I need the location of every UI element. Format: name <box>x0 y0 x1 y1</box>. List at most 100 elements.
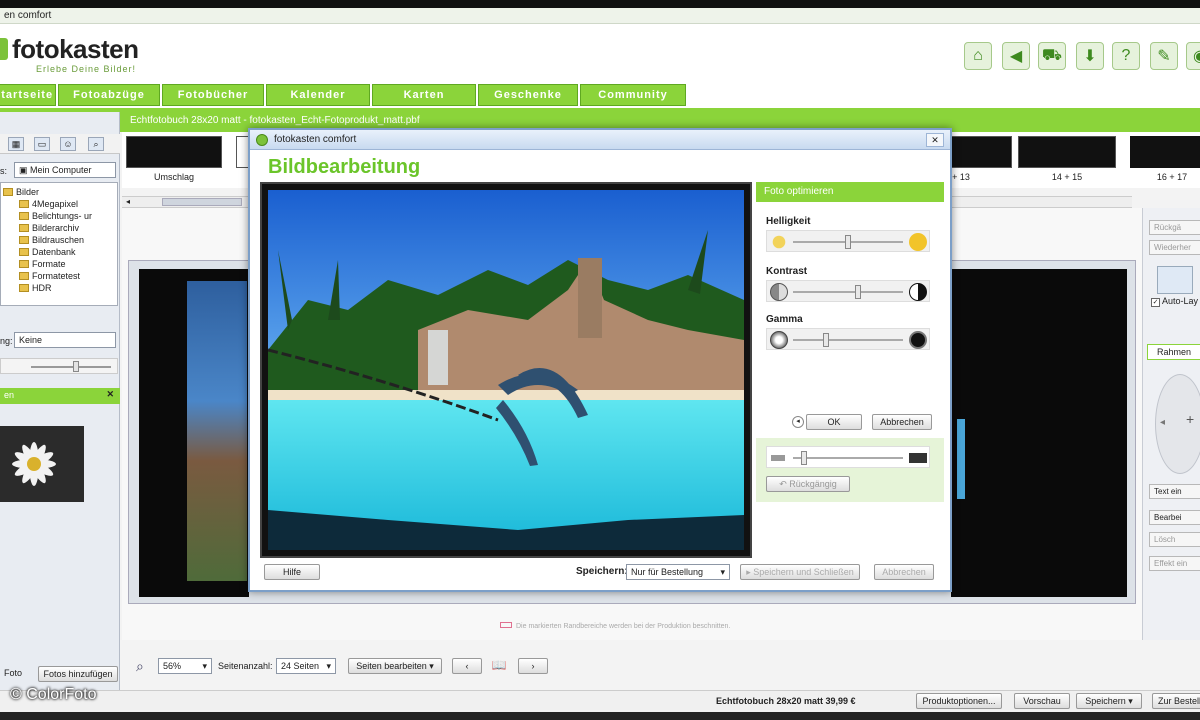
search-icon[interactable]: ⌕ <box>88 137 104 151</box>
nav-calendar[interactable]: Kalender <box>266 84 370 106</box>
folder-view-icon[interactable]: ▭ <box>34 137 50 151</box>
delete-button[interactable]: Lösch <box>1149 532 1200 547</box>
nav-home[interactable]: Startseite <box>0 84 56 106</box>
source-label: s: <box>0 166 8 176</box>
folder-icon <box>19 272 29 280</box>
dialog-titlebar[interactable]: fotokasten comfort <box>250 130 950 150</box>
cart-icon[interactable]: ⛟ <box>1038 42 1066 70</box>
effect-high-icon <box>909 453 927 463</box>
zoom-select[interactable]: 56% ▾ <box>158 658 212 674</box>
gamma-slider[interactable] <box>766 328 930 350</box>
layout-icon[interactable] <box>1157 266 1193 294</box>
daisy-photo <box>0 426 84 502</box>
tree-item[interactable]: Datenbank <box>19 247 76 257</box>
source-select[interactable]: ▣ Mein Computer <box>14 162 116 178</box>
help-icon[interactable]: ? <box>1112 42 1140 70</box>
save-close-button[interactable]: ▸ Speichern und Schließen <box>740 564 860 580</box>
help-button[interactable]: Hilfe <box>264 564 320 580</box>
page-thumb-selected[interactable] <box>1130 136 1200 168</box>
undo-effect-button[interactable]: ↶ Rückgängig <box>766 476 850 492</box>
undo-button[interactable]: Rückgä <box>1149 220 1200 235</box>
brightness-slider[interactable] <box>766 230 930 252</box>
view-icon[interactable]: ▦ <box>8 137 24 151</box>
tree-item[interactable]: Bilderarchiv <box>19 223 79 233</box>
effect-thumb[interactable] <box>801 451 807 465</box>
prev-page-button[interactable]: ‹ <box>452 658 482 674</box>
tree-item[interactable]: Belichtungs- ur <box>19 211 92 221</box>
nav-community[interactable]: Community <box>580 84 686 106</box>
scroll-thumb[interactable] <box>162 198 242 206</box>
arrow-left-icon[interactable]: ◂ <box>1160 417 1165 428</box>
redo-button[interactable]: Wiederher <box>1149 240 1200 255</box>
ok-button[interactable]: OK <box>806 414 862 430</box>
close-icon[interactable]: ✕ <box>106 389 114 400</box>
tree-item[interactable]: Formate <box>19 259 66 269</box>
page-thumb-cover[interactable] <box>126 136 222 168</box>
right-page[interactable] <box>951 269 1127 597</box>
pages-select[interactable]: 24 Seiten ▾ <box>276 658 336 674</box>
tree-item[interactable]: Bilder <box>3 187 39 197</box>
watermark: © ColorFoto <box>10 686 97 703</box>
tree-label: Belichtungs- ur <box>32 211 93 221</box>
add-photos-button[interactable]: Fotos hinzufügen <box>38 666 118 682</box>
effect-slider[interactable] <box>766 446 930 468</box>
photo-thumbnail[interactable] <box>0 426 84 502</box>
contrast-slider[interactable] <box>766 280 930 302</box>
page-photo[interactable] <box>187 281 247 581</box>
insert-effect-button[interactable]: Effekt ein <box>1149 556 1200 571</box>
chevron-down-icon: ▾ <box>202 661 207 671</box>
image-edit-dialog: fotokasten comfort ✕ Bildbearbeitung Fot… <box>248 128 952 592</box>
smiley-icon[interactable]: ☺ <box>60 137 76 151</box>
camera-icon[interactable]: ◉ <box>1186 42 1200 70</box>
checkbox-icon: ✓ <box>1151 298 1160 307</box>
reset-icon[interactable]: ◂ <box>792 416 804 428</box>
next-page-button[interactable]: › <box>518 658 548 674</box>
trim-notice-text: Die markierten Randbereiche werden bei d… <box>516 623 731 630</box>
save-mode-select[interactable]: Nur für Bestellung ▾ <box>626 564 730 580</box>
left-page[interactable] <box>139 269 249 597</box>
preview-button[interactable]: Vorschau <box>1014 693 1070 709</box>
sort-select[interactable]: Keine <box>14 332 116 348</box>
app-logo[interactable]: fotokasten <box>12 34 139 65</box>
gamma-thumb[interactable] <box>823 333 829 347</box>
tree-item[interactable]: Bildrauschen <box>19 235 84 245</box>
nav-cards[interactable]: Karten <box>372 84 476 106</box>
brightness-thumb[interactable] <box>845 235 851 249</box>
contrast-thumb[interactable] <box>855 285 861 299</box>
folder-tree[interactable]: Bilder 4Megapixel Belichtungs- ur Bilder… <box>0 182 118 306</box>
size-slider-thumb[interactable] <box>73 361 79 372</box>
scroll-left-icon[interactable]: ◂ <box>126 197 130 206</box>
folder-icon <box>19 200 29 208</box>
undo-icon: ↶ <box>779 479 790 489</box>
edit-pages-button[interactable]: Seiten bearbeiten ▾ <box>348 658 442 674</box>
nav-prints[interactable]: Fotoabzüge <box>58 84 160 106</box>
tree-item[interactable]: HDR <box>19 283 52 293</box>
tree-item[interactable]: 4Megapixel <box>19 199 78 209</box>
insert-text-button[interactable]: Text ein <box>1149 484 1200 499</box>
download-icon[interactable]: ⬇ <box>1076 42 1104 70</box>
nav-gifts[interactable]: Geschenke <box>478 84 578 106</box>
autolayout-checkbox[interactable]: ✓ Auto-Lay <box>1151 296 1198 307</box>
app-icon <box>256 134 268 146</box>
save-button[interactable]: Speichern ▾ <box>1076 693 1142 709</box>
checkout-button[interactable]: Zur Bestellu <box>1152 693 1200 709</box>
zoom-plus-icon[interactable]: + <box>1186 411 1194 427</box>
page-thumb[interactable] <box>1018 136 1116 168</box>
navigation-pad[interactable]: ◂ + <box>1155 374 1200 474</box>
edit-button[interactable]: Bearbei <box>1149 510 1200 525</box>
nav-photobooks[interactable]: Fotobücher <box>162 84 264 106</box>
dialog-close-button[interactable]: ✕ <box>926 133 944 147</box>
back-icon[interactable]: ◀ <box>1002 42 1030 70</box>
dialog-cancel-button[interactable]: Abbrechen <box>874 564 934 580</box>
tab-frames[interactable]: Rahmen <box>1147 344 1200 360</box>
size-slider[interactable] <box>0 358 118 374</box>
cancel-button[interactable]: Abbrechen <box>872 414 932 430</box>
page-thumb[interactable] <box>950 136 1012 168</box>
edit-photo[interactable] <box>268 190 744 550</box>
home-icon[interactable]: ⌂ <box>964 42 992 70</box>
sort-label: ng: <box>0 336 13 346</box>
source-value: Mein Computer <box>30 165 92 175</box>
tree-item[interactable]: Formatetest <box>19 271 80 281</box>
tools-icon[interactable]: ✎ <box>1150 42 1178 70</box>
product-options-button[interactable]: Produktoptionen... <box>916 693 1002 709</box>
